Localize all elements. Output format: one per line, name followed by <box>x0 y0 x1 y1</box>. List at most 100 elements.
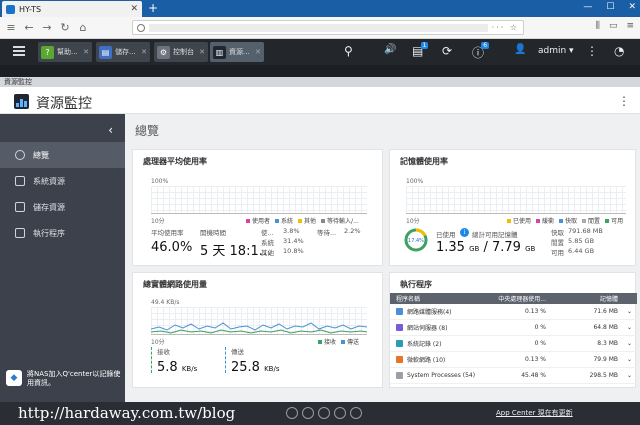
menu-hamburger-icon[interactable]: ≡ <box>2 21 20 34</box>
process-icon <box>396 340 403 347</box>
legend-tx: 傳送 <box>341 337 359 346</box>
sidebar-item-overview[interactable]: 總覽 <box>0 142 125 168</box>
tx-label: 傳送 <box>231 348 244 356</box>
app-tab-help[interactable]: ? 幫助... ✕ <box>38 42 92 62</box>
network-card: 總實體網路使用量 49.4 KB/s 10分 接收 傳送 接收 5.8 KB/s… <box>132 272 383 388</box>
window-title-bar: 資源監控 <box>0 77 640 87</box>
app-tab-control-panel[interactable]: ⚙ 控制台 ✕ <box>154 42 208 62</box>
sidebar-item-processes[interactable]: 執行程序 <box>0 220 125 246</box>
reload-icon[interactable]: ↻ <box>56 21 74 34</box>
volume-icon[interactable]: 🔊 <box>384 44 396 55</box>
close-icon[interactable]: ✕ <box>255 48 261 56</box>
dashboard-icon[interactable]: ◔ <box>614 44 624 58</box>
taskbar-icons <box>286 407 362 419</box>
table-row[interactable]: 網站伺服器 (8) 0 % 64.8 MB ⌄ <box>390 320 637 336</box>
forward-icon[interactable]: → <box>38 21 56 34</box>
url-field[interactable]: ··· ☆ <box>132 20 524 35</box>
app-center-update-link[interactable]: App Center 現在有更新 <box>496 408 573 418</box>
memory-used-value: 1.35 GB / 7.79 GB <box>436 240 536 255</box>
memory-card: 記憶體使用率 100% 10分 已使用 緩衝 快取 閒置 可用 17.4% 已使… <box>389 149 636 266</box>
close-tab-icon[interactable]: ✕ <box>130 4 138 14</box>
qcenter-note[interactable]: ◆ 將NAS加入Q'center以記錄使用資訊。 <box>6 370 122 388</box>
app-tab-resource-monitor[interactable]: ▥ 資源... ✕ <box>210 42 264 62</box>
more-options-icon[interactable]: ⋮ <box>618 94 630 108</box>
browser-tab-title: HY-TS <box>19 4 42 14</box>
processes-card: 執行程序 程序名稱 中央處理器使用... 記憶體 網路媒體服務(4) 0.13 … <box>389 272 637 388</box>
close-icon[interactable]: ✕ <box>83 48 89 56</box>
chart-line-icon <box>15 176 25 186</box>
back-icon[interactable]: ← <box>20 21 38 34</box>
idle-value: 5.85 GB <box>568 237 595 245</box>
expand-icon: ⌄ <box>626 324 633 331</box>
tasks-badge: 1 <box>420 42 429 49</box>
rx-value: 5.8 KB/s <box>157 360 198 375</box>
address-bar: ≡ ← → ↻ ⌂ ··· ☆ ⫼ ▭ ≡ <box>0 17 640 39</box>
tasks-icon[interactable]: ▤ 1 <box>412 42 429 58</box>
table-row[interactable]: 網路媒體服務(4) 0.13 % 71.6 MB ⌄ <box>390 304 637 320</box>
resource-monitor-logo-icon <box>14 94 29 109</box>
new-tab-button[interactable]: + <box>148 1 158 15</box>
process-icon <box>396 308 403 315</box>
table-header: 程序名稱 中央處理器使用... 記憶體 <box>390 293 637 304</box>
cpu-stat-value: 31.4% <box>283 237 304 245</box>
expand-icon: ⌄ <box>626 356 633 363</box>
table-row[interactable]: 微軟網路 (10) 0.13 % 79.9 MB ⌄ <box>390 352 637 368</box>
sidebar-item-system-resources[interactable]: 系統資源 <box>0 168 125 194</box>
page-actions-icon[interactable]: ··· ☆ <box>492 23 519 32</box>
app-tab-storage[interactable]: ▤ 儲存... ✕ <box>96 42 150 62</box>
user-icon[interactable]: 👤 <box>514 44 526 55</box>
help-icon: ? <box>41 45 54 59</box>
sidebar-item-storage-resources[interactable]: 儲存資源 <box>0 194 125 220</box>
close-icon[interactable]: ✕ <box>199 48 205 56</box>
available-key: 可用 <box>551 249 564 257</box>
close-icon[interactable]: ✕ <box>141 48 147 56</box>
taskbar-icon[interactable] <box>318 407 330 419</box>
app-header: 資源監控 ⋮ <box>0 87 640 114</box>
info-icon[interactable] <box>137 23 145 32</box>
notification-icon[interactable]: ⓘ 6 <box>472 42 490 61</box>
network-legend: 接收 傳送 <box>318 337 359 346</box>
collapse-sidebar-icon[interactable]: ‹ <box>108 123 113 137</box>
table-row[interactable]: 系統記錄 (2) 0 % 8.3 MB ⌄ <box>390 336 637 352</box>
process-icon <box>396 372 403 379</box>
taskbar-icon[interactable] <box>334 407 346 419</box>
col-name-header[interactable]: 程序名稱 <box>390 294 490 303</box>
info-icon[interactable]: i <box>460 228 469 237</box>
memory-used-label: 已使用 <box>436 231 456 239</box>
app-tab-label: 儲存... <box>115 48 136 56</box>
app-tab-label: 控制台 <box>173 48 194 56</box>
uptime-label: 開機時間 <box>200 229 226 237</box>
cpu-stat-key: 其他 <box>261 249 274 257</box>
minimize-button[interactable]: — <box>583 2 592 12</box>
cpu-stat-key: 系統 <box>261 239 274 247</box>
main-menu-icon[interactable] <box>13 46 25 56</box>
network-x-label: 10分 <box>151 339 165 346</box>
taskbar-icon[interactable] <box>302 407 314 419</box>
more-icon[interactable]: ⋮ <box>586 44 598 58</box>
sidebar: ‹ 總覽 系統資源 儲存資源 執行程序 ◆ 將NAS加入Q'center以記錄使… <box>0 114 125 402</box>
search-icon[interactable]: ⚲ <box>344 44 353 58</box>
network-traffic-lines <box>151 322 367 334</box>
library-icon[interactable]: ⫼ <box>596 21 600 31</box>
taskbar-icon[interactable] <box>286 407 298 419</box>
browser-tab[interactable]: HY-TS ✕ <box>2 1 142 17</box>
sidebar-icon[interactable]: ▭ <box>609 21 618 31</box>
expand-icon: ⌄ <box>626 340 633 347</box>
home-icon[interactable]: ⌂ <box>74 21 92 34</box>
tx-line <box>151 322 367 331</box>
maximize-button[interactable]: ☐ <box>606 2 614 12</box>
table-row[interactable]: System Processes (54) 45.48 % 298.5 MB ⌄ <box>390 368 637 384</box>
available-value: 6.44 GB <box>568 247 595 255</box>
cpu-wait-key: 等待... <box>317 229 337 237</box>
legend-system: 系統 <box>275 216 293 225</box>
sync-icon[interactable]: ⟳ <box>442 44 452 58</box>
overview-icon <box>15 150 25 160</box>
user-menu[interactable]: admin ▾ <box>538 46 574 56</box>
taskbar-icon[interactable] <box>350 407 362 419</box>
process-icon <box>396 324 403 331</box>
col-mem-header[interactable]: 記憶體 <box>552 294 622 303</box>
col-cpu-header[interactable]: 中央處理器使用... <box>490 294 552 303</box>
sidebar-item-label: 總覽 <box>33 150 49 160</box>
close-window-button[interactable]: ✕ <box>628 2 636 12</box>
browser-menu-icon[interactable]: ≡ <box>626 21 634 31</box>
